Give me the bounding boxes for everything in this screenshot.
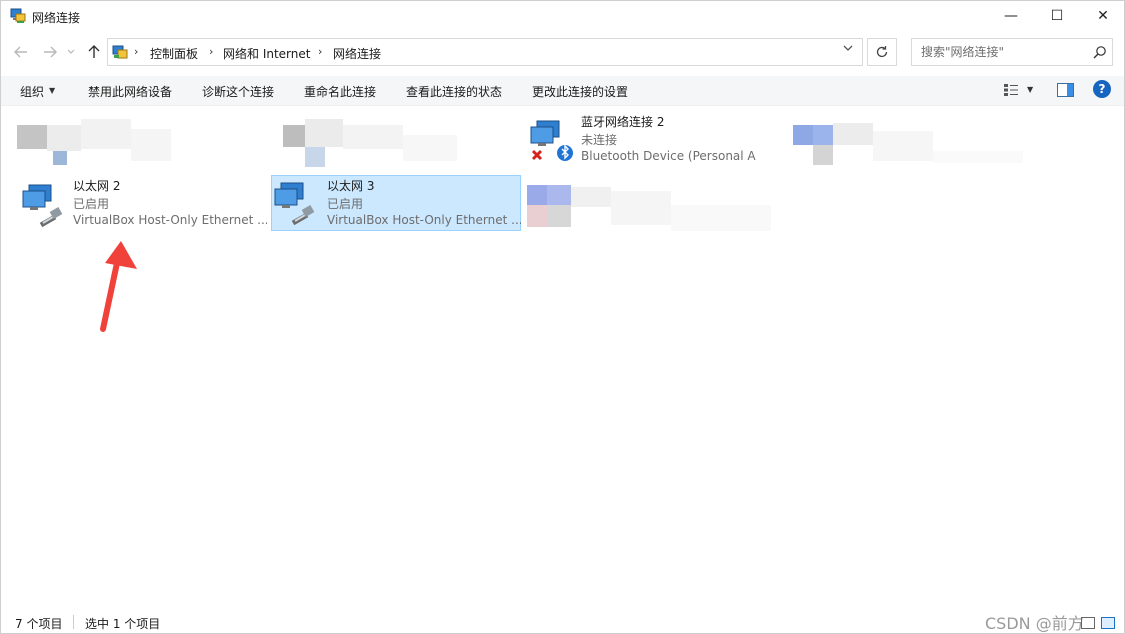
connections-list: 蓝牙网络连接 2 未连接 Bluetooth Device (Personal … [1,107,1124,609]
breadcrumb-separator: › [134,45,139,58]
obscured-connection-item[interactable] [781,119,1031,169]
connection-device: VirtualBox Host-Only Ethernet ... [327,213,521,227]
organize-button[interactable]: 组织 [20,83,44,100]
minimize-button[interactable]: — [988,1,1034,31]
red-annotation-arrow [100,241,137,332]
arrow-right-icon [44,46,57,58]
breadcrumb-control-panel[interactable]: 控制面板 [150,45,198,62]
control-panel-icon [112,45,128,59]
search-icon[interactable] [1093,45,1107,59]
preview-pane-icon[interactable] [1057,83,1074,97]
chevron-down-icon [843,45,853,51]
large-icons-view-icon[interactable] [1101,617,1115,629]
connection-status: 已启用 [73,197,110,211]
connection-item-ethernet-2[interactable]: 以太网 2 已启用 VirtualBox Host-Only Ethernet … [19,177,269,233]
refresh-icon [876,46,888,58]
connection-item-bluetooth[interactable]: 蓝牙网络连接 2 未连接 Bluetooth Device (Personal … [527,113,777,169]
connection-item-ethernet-3[interactable]: 以太网 3 已启用 VirtualBox Host-Only Ethernet … [271,175,521,231]
obscured-connection-item[interactable] [525,183,775,239]
command-bar: 组织 ▼ 禁用此网络设备 诊断这个连接 重命名此连接 查看此连接的状态 更改此连… [1,76,1124,106]
details-view-icon[interactable] [1081,617,1095,629]
forward-button[interactable] [41,43,59,61]
ethernet-adapter-icon [274,182,315,225]
close-button[interactable]: ✕ [1080,1,1125,31]
recent-locations-button[interactable] [64,43,78,61]
selected-count: 选中 1 个项目 [85,617,161,631]
address-dropdown-button[interactable] [838,44,858,60]
watermark: CSDN @前方 [985,614,1084,633]
chevron-down-icon[interactable]: ▼ [49,86,55,95]
address-bar[interactable]: › 控制面板 › 网络和 Internet › 网络连接 [107,38,863,66]
back-button[interactable] [12,43,30,61]
breadcrumb-separator[interactable]: › [318,45,322,58]
connection-device: Bluetooth Device (Personal A [581,149,756,163]
breadcrumb-network-internet[interactable]: 网络和 Internet [223,45,310,62]
title-bar: 网络连接 — ☐ ✕ [1,1,1124,33]
maximize-button[interactable]: ☐ [1034,1,1080,31]
chevron-down-icon [67,49,75,54]
connection-status: 未连接 [581,133,618,147]
breadcrumb-network-connections[interactable]: 网络连接 [333,45,381,62]
network-connections-window: 网络连接 — ☐ ✕ › 控制面板 › 网络和 Internet › 网络连接 [0,0,1125,634]
search-input[interactable] [912,39,1088,65]
obscured-connection-item[interactable] [17,115,207,165]
search-box[interactable] [911,38,1113,66]
bluetooth-adapter-icon [530,120,573,161]
up-button[interactable] [85,43,103,61]
network-connections-icon [10,8,26,23]
status-bar: 7 个项目 选中 1 个项目 CSDN @前方 [1,609,1124,634]
change-settings-button[interactable]: 更改此连接的设置 [532,83,628,100]
rename-button[interactable]: 重命名此连接 [304,83,376,100]
status-divider [73,615,74,629]
refresh-button[interactable] [867,38,897,66]
breadcrumb-separator[interactable]: › [209,45,213,58]
arrow-up-icon [88,45,100,58]
chevron-down-icon[interactable]: ▼ [1027,85,1033,94]
disable-device-button[interactable]: 禁用此网络设备 [88,83,172,100]
view-status-button[interactable]: 查看此连接的状态 [406,83,502,100]
obscured-connection-item[interactable] [271,115,461,167]
window-title: 网络连接 [32,11,81,25]
connection-name: 以太网 3 [327,179,375,193]
connection-name: 以太网 2 [73,179,121,193]
diagnose-button[interactable]: 诊断这个连接 [202,83,274,100]
connection-name: 蓝牙网络连接 2 [581,115,665,129]
arrow-left-icon [14,46,27,58]
connection-status: 已启用 [327,197,364,211]
ethernet-adapter-icon [22,184,63,227]
connection-device: VirtualBox Host-Only Ethernet ... [73,213,267,227]
item-count: 7 个项目 [15,617,63,631]
view-options-icon[interactable] [1003,83,1019,97]
help-icon[interactable]: ? [1093,80,1111,98]
